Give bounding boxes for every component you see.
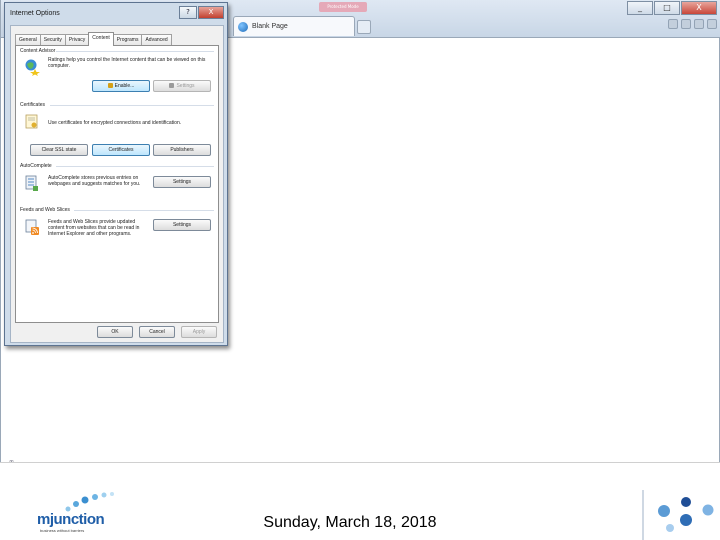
feeds-settings-button[interactable]: Settings xyxy=(153,219,211,231)
internet-options-dialog: Internet Options ? X General Security Pr… xyxy=(4,2,228,346)
certificates-button[interactable]: Certificates xyxy=(92,144,150,156)
slide: Protected Mode _ □ X Blank Page ∞ Intern… xyxy=(0,0,720,540)
browser-toolbar xyxy=(668,19,717,29)
content-advisor-icon xyxy=(25,59,40,76)
ok-button[interactable]: OK xyxy=(97,326,133,338)
autocomplete-description: AutoComplete stores previous entries on … xyxy=(48,175,141,187)
minimize-button[interactable]: _ xyxy=(627,1,653,15)
group-divider xyxy=(56,51,214,52)
feeds-heading: Feeds and Web Slices xyxy=(20,207,70,213)
logo-wordmark: mjunction xyxy=(37,511,105,528)
footer-divider xyxy=(0,462,720,463)
logo-dots-icon xyxy=(65,492,114,512)
feeds-description: Feeds and Web Slices provide updated con… xyxy=(48,219,140,237)
autocomplete-settings-button[interactable]: Settings xyxy=(153,176,211,188)
autocomplete-heading: AutoComplete xyxy=(20,163,52,169)
logo-tagline: business without barriers xyxy=(40,528,85,533)
maximize-button[interactable]: □ xyxy=(654,1,680,15)
cancel-button[interactable]: Cancel xyxy=(139,326,175,338)
uac-shield-icon xyxy=(107,83,113,89)
certificates-description: Use certificates for encrypted connectio… xyxy=(48,120,182,126)
dialog-body: General Security Privacy Content Program… xyxy=(10,25,224,343)
publishers-button[interactable]: Publishers xyxy=(153,144,211,156)
home-icon[interactable] xyxy=(668,19,678,29)
certificates-heading: Certificates xyxy=(20,102,46,108)
page-menu-icon[interactable] xyxy=(707,19,717,29)
dialog-help-button[interactable]: ? xyxy=(179,6,197,19)
certificate-icon xyxy=(25,114,38,129)
enable-content-advisor-button[interactable]: Enable... xyxy=(92,80,150,92)
browser-tab-label: Blank Page xyxy=(252,23,288,30)
clear-ssl-state-button[interactable]: Clear SSL state xyxy=(30,144,88,156)
content-tab-page: Content Advisor Ratings help you control… xyxy=(15,45,219,323)
enable-button-label: Enable... xyxy=(114,83,135,89)
dialog-tabs: General Security Privacy Content Program… xyxy=(15,32,172,46)
dialog-close-button[interactable]: X xyxy=(198,6,224,19)
group-divider xyxy=(50,105,214,106)
browser-tab[interactable]: Blank Page xyxy=(233,16,355,36)
new-tab-button[interactable] xyxy=(357,20,371,34)
close-window-button[interactable]: X xyxy=(681,1,717,15)
content-advisor-description: Ratings help you control the Internet co… xyxy=(48,57,206,69)
content-advisor-settings-button[interactable]: Settings xyxy=(153,80,211,92)
group-divider xyxy=(56,166,214,167)
apply-button[interactable]: Apply xyxy=(181,326,217,338)
group-divider xyxy=(74,210,214,211)
content-advisor-heading: Content Advisor xyxy=(20,48,56,54)
print-icon[interactable] xyxy=(694,19,704,29)
autocomplete-icon xyxy=(25,175,38,191)
decorative-spheres-icon xyxy=(642,490,720,540)
feeds-icon xyxy=(25,219,39,235)
window-controls: _ □ X xyxy=(627,1,717,15)
settings-button-label: Settings xyxy=(176,83,195,89)
dialog-title-buttons: ? X xyxy=(179,6,224,19)
dialog-button-row: OK Cancel Apply xyxy=(11,326,225,344)
tab-content[interactable]: Content xyxy=(88,32,114,46)
mjunction-logo: mjunction business without barriers xyxy=(34,491,122,535)
uac-shield-icon xyxy=(169,83,175,89)
feeds-icon[interactable] xyxy=(681,19,691,29)
ie-page-icon xyxy=(238,21,248,32)
protected-mode-badge: Protected Mode xyxy=(319,2,367,12)
slide-date: Sunday, March 18, 2018 xyxy=(263,514,437,531)
